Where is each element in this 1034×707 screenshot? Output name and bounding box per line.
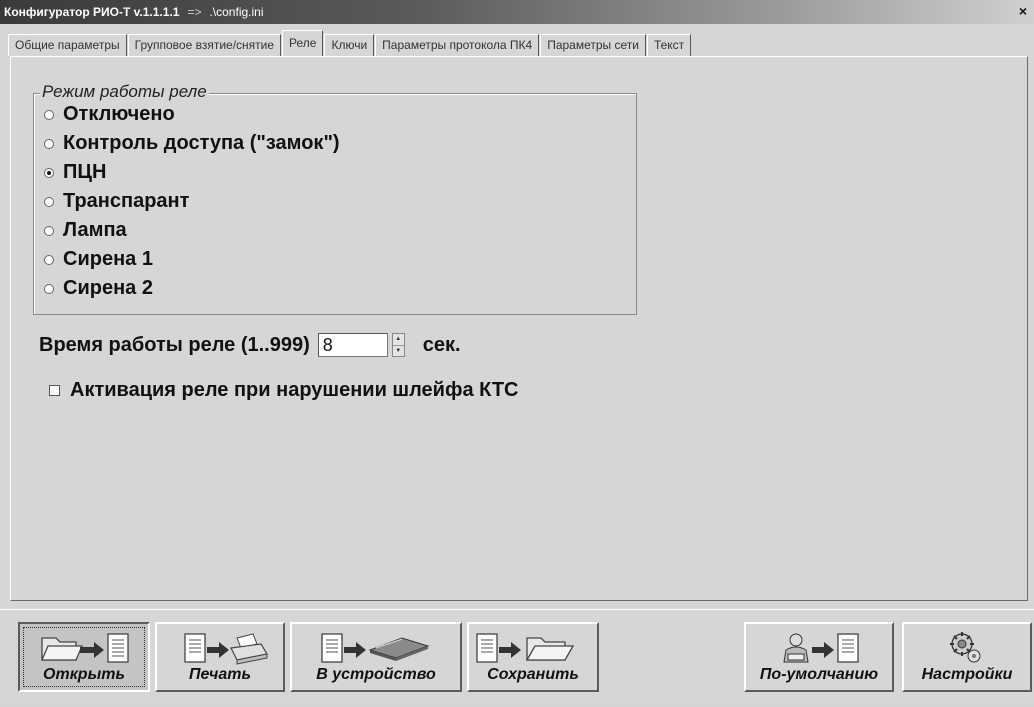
tab-network[interactable]: Параметры сети	[540, 34, 646, 56]
radio-lamp[interactable]: Лампа	[44, 216, 340, 245]
radio-off[interactable]: Отключено	[44, 100, 340, 129]
title-bar: Конфигуратор РИО-Т v.1.1.1.1 => .\config.i…	[0, 0, 1034, 24]
radio-button[interactable]	[44, 138, 54, 149]
radio-label: Транспарант	[63, 190, 190, 212]
relay-time-row: Время работы реле (1..999) ▲ ▼ сек.	[39, 330, 461, 360]
settings-button[interactable]: Настройки	[902, 622, 1032, 692]
defaults-button[interactable]: По-умолчанию	[744, 622, 894, 692]
tab-general[interactable]: Общие параметры	[8, 34, 127, 56]
activation-checkbox[interactable]	[49, 384, 60, 396]
save-button[interactable]: Сохранить	[467, 622, 599, 692]
relay-mode-options: Отключено Контроль доступа ("замок") ПЦН…	[44, 100, 340, 303]
relay-mode-group: Режим работы реле Отключено Контроль дос…	[33, 82, 637, 315]
settings-label: Настройки	[921, 666, 1013, 683]
factory-defaults-icon	[783, 633, 859, 663]
open-button[interactable]: Открыть	[18, 622, 150, 692]
config-path: .\config.ini	[209, 5, 264, 19]
print-label: Печать	[189, 666, 251, 683]
print-button[interactable]: Печать	[155, 622, 285, 692]
relay-mode-legend: Режим работы реле	[40, 82, 209, 102]
radio-siren-2[interactable]: Сирена 2	[44, 274, 340, 303]
radio-access-control[interactable]: Контроль доступа ("замок")	[44, 129, 340, 158]
bottom-toolbar: Открыть Печать В устройство Сохранить По…	[0, 609, 1034, 707]
radio-button-checked[interactable]	[44, 167, 54, 178]
settings-gear-icon	[950, 632, 981, 663]
radio-label: Сирена 2	[63, 277, 153, 299]
print-icon	[184, 633, 268, 665]
tab-relay[interactable]: Реле	[282, 30, 324, 57]
tab-keys[interactable]: Ключи	[324, 34, 375, 56]
open-label: Открыть	[43, 666, 125, 683]
spin-down-icon[interactable]: ▼	[392, 344, 404, 357]
radio-label: Сирена 1	[63, 248, 153, 270]
to-device-button[interactable]: В устройство	[290, 622, 462, 692]
open-file-icon	[41, 633, 129, 663]
spin-up-icon[interactable]: ▲	[393, 334, 404, 345]
save-folder-icon	[476, 633, 575, 663]
radio-siren-1[interactable]: Сирена 1	[44, 245, 340, 274]
tab-bar: Общие параметры Групповое взятие/снятие …	[8, 30, 692, 57]
defaults-label: По-умолчанию	[759, 666, 879, 683]
relay-time-input[interactable]	[317, 333, 388, 357]
tab-group-arm[interactable]: Групповое взятие/снятие	[127, 34, 282, 56]
radio-button[interactable]	[44, 254, 54, 265]
relay-page: Режим работы реле Отключено Контроль дос…	[10, 56, 1028, 601]
radio-button[interactable]	[44, 196, 54, 207]
relay-time-spinner[interactable]: ▲ ▼	[391, 333, 405, 357]
save-label: Сохранить	[487, 666, 579, 683]
radio-label: Контроль доступа ("замок")	[63, 132, 340, 154]
close-button[interactable]: ×	[1014, 3, 1032, 20]
to-device-label: В устройство	[316, 666, 436, 683]
radio-button[interactable]	[44, 225, 54, 236]
radio-label: Отключено	[63, 103, 175, 125]
title-arrow: =>	[187, 5, 202, 19]
radio-button[interactable]	[44, 283, 54, 294]
radio-pcn[interactable]: ПЦН	[44, 158, 340, 187]
tab-text[interactable]: Текст	[646, 34, 692, 56]
app-window: Конфигуратор РИО-Т v.1.1.1.1 => .\config.i…	[0, 0, 1034, 706]
activation-label: Активация реле при нарушении шлейфа КТС	[70, 378, 519, 401]
activation-check-row[interactable]: Активация реле при нарушении шлейфа КТС	[49, 375, 519, 405]
radio-label: Лампа	[63, 219, 127, 241]
tab-pk4-protocol[interactable]: Параметры протокола ПК4	[375, 34, 540, 56]
close-icon: ×	[1018, 3, 1028, 19]
app-title: Конфигуратор РИО-Т v.1.1.1.1	[4, 5, 180, 19]
relay-time-label: Время работы реле (1..999)	[39, 333, 310, 356]
radio-button[interactable]	[44, 109, 54, 120]
radio-label: ПЦН	[63, 161, 107, 183]
relay-time-unit: сек.	[422, 333, 461, 356]
write-device-icon	[321, 633, 430, 663]
window-title: Конфигуратор РИО-Т v.1.1.1.1 => .\config.i…	[4, 0, 264, 24]
radio-transparant[interactable]: Транспарант	[44, 187, 340, 216]
